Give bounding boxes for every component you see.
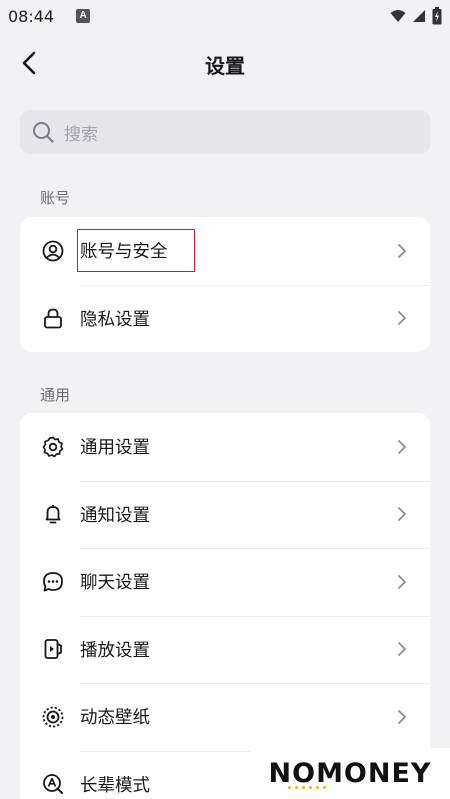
play-phone-icon <box>42 638 64 660</box>
search-input[interactable]: 搜索 <box>20 110 430 154</box>
section-label-general: 通用 <box>40 386 71 404</box>
elder-mode-icon <box>42 773 64 795</box>
settings-item-chat[interactable]: 聊天设置 <box>20 548 430 616</box>
settings-item-label: 通用设置 <box>80 438 150 459</box>
chevron-right-icon <box>398 439 406 454</box>
notification-icon: A <box>76 9 91 23</box>
settings-item-account-security[interactable]: 账号与安全 <box>20 217 430 285</box>
settings-item-label: 播放设置 <box>80 640 150 661</box>
page-title: 设置 <box>205 54 245 78</box>
settings-item-label: 账号与安全 <box>80 242 168 263</box>
bell-icon <box>42 503 64 525</box>
chevron-right-icon <box>398 574 406 589</box>
settings-item-label: 长辈模式 <box>80 775 150 796</box>
search-icon <box>33 122 54 143</box>
watermark-logo: NOMONEY <box>250 748 450 799</box>
nav-bar: 设置 <box>0 40 450 86</box>
lock-icon <box>42 307 64 329</box>
settings-item-notifications[interactable]: 通知设置 <box>20 480 430 549</box>
status-time: 08:44 <box>8 6 55 26</box>
wallpaper-icon <box>42 706 64 728</box>
chat-bubble-icon <box>42 571 64 593</box>
user-circle-icon <box>42 240 64 262</box>
settings-item-label: 动态壁纸 <box>80 708 150 729</box>
settings-item-general[interactable]: 通用设置 <box>20 413 430 481</box>
chevron-right-icon <box>398 311 406 326</box>
settings-item-label: 通知设置 <box>80 505 150 526</box>
account-card: 账号与安全 隐私设置 <box>20 217 430 352</box>
search-placeholder: 搜索 <box>64 124 98 145</box>
settings-item-playback[interactable]: 播放设置 <box>20 615 430 684</box>
battery-icon <box>432 7 442 25</box>
settings-item-label: 聊天设置 <box>80 573 150 594</box>
chevron-right-icon <box>398 507 406 522</box>
status-bar: 08:44 A <box>0 0 450 32</box>
chevron-right-icon <box>398 243 406 258</box>
chevron-right-icon <box>398 709 406 724</box>
watermark-dots <box>288 786 326 789</box>
signal-icon <box>413 10 425 22</box>
chevron-right-icon <box>398 642 406 657</box>
settings-item-privacy[interactable]: 隐私设置 <box>20 284 430 353</box>
wifi-icon <box>390 10 406 22</box>
gear-icon <box>42 436 64 458</box>
status-indicators <box>390 7 442 25</box>
watermark-text: NOMONEY <box>268 758 432 789</box>
general-card: 通用设置 通知设置 聊天设置 播放设置 动态壁纸 长辈模式 <box>20 413 430 799</box>
section-label-account: 账号 <box>40 189 71 207</box>
settings-item-label: 隐私设置 <box>80 309 150 330</box>
settings-item-wallpaper[interactable]: 动态壁纸 <box>20 683 430 751</box>
